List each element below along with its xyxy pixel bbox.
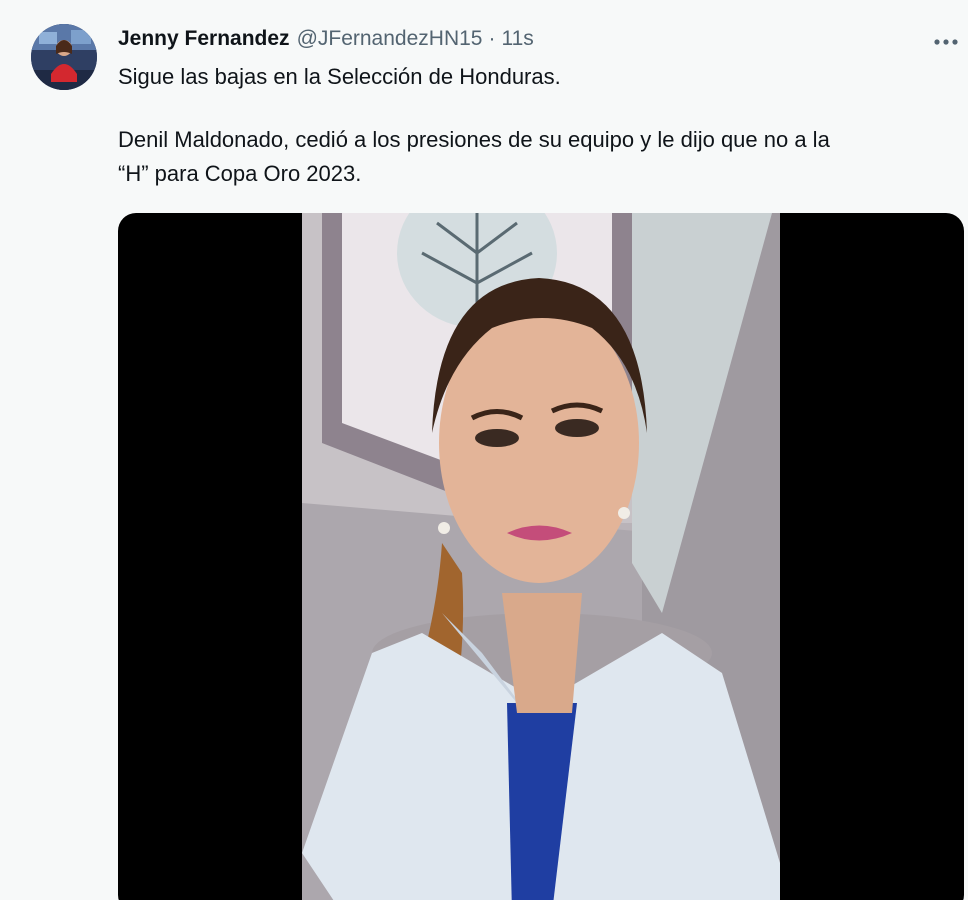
tweet-text-line: Sigue las bajas en la Selección de Hondu… bbox=[118, 64, 561, 89]
tweet-text-line: “H” para Copa Oro 2023. bbox=[118, 161, 362, 186]
avatar-image bbox=[31, 24, 97, 90]
tweet-timestamp[interactable]: 11s bbox=[501, 27, 533, 51]
author-display-name[interactable]: Jenny Fernandez bbox=[118, 27, 290, 51]
tweet-header: Jenny Fernandez @JFernandezHN15 · 11s bbox=[118, 27, 534, 57]
tweet-card[interactable]: Jenny Fernandez @JFernandezHN15 · 11s Si… bbox=[0, 0, 968, 900]
video-player[interactable] bbox=[118, 213, 964, 900]
video-thumbnail bbox=[302, 213, 780, 900]
author-handle[interactable]: @JFernandezHN15 bbox=[297, 27, 483, 51]
tweet-text-line: Denil Maldonado, cedió a los presiones d… bbox=[118, 127, 830, 152]
video-frame bbox=[302, 213, 780, 900]
tweet-text: Sigue las bajas en la Selección de Hondu… bbox=[118, 60, 948, 191]
more-horizontal-icon bbox=[934, 39, 958, 45]
avatar[interactable] bbox=[31, 24, 97, 90]
separator-dot: · bbox=[488, 27, 496, 50]
more-button[interactable] bbox=[926, 24, 966, 60]
